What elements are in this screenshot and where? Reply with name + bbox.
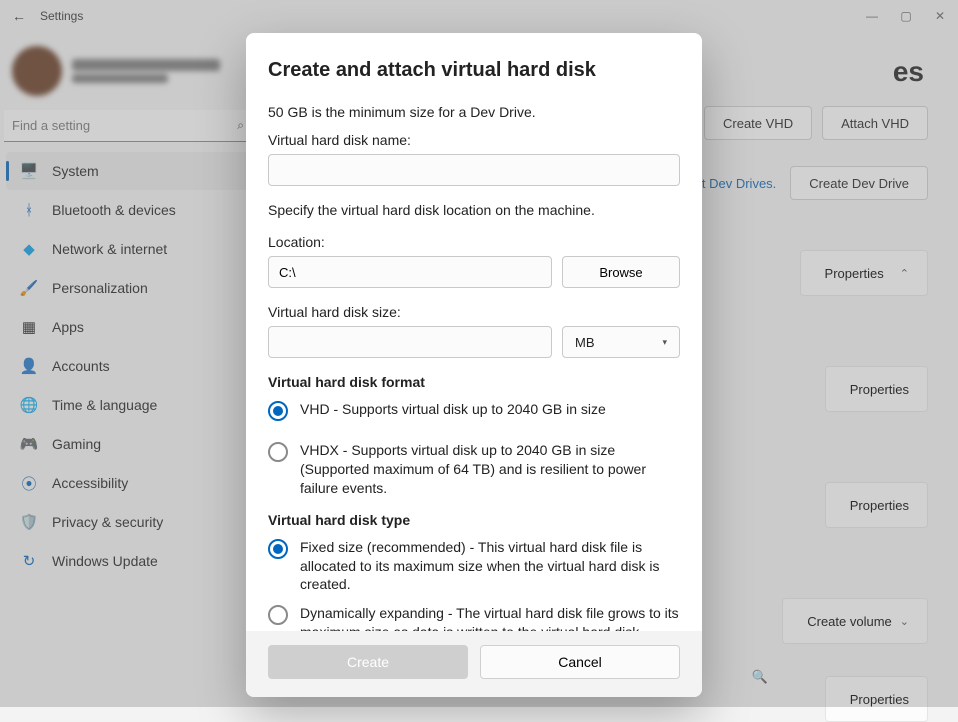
user-profile[interactable] xyxy=(12,40,246,102)
properties-label: Properties xyxy=(850,382,909,397)
sidebar-item-label: Bluetooth & devices xyxy=(52,202,176,218)
sidebar-item-windows-update[interactable]: ↻ Windows Update xyxy=(6,542,252,580)
dialog-title: Create and attach virtual hard disk xyxy=(268,59,680,82)
size-unit-select[interactable]: MB ▾ xyxy=(562,326,680,358)
sidebar-item-privacy[interactable]: 🛡️ Privacy & security xyxy=(6,503,252,541)
dialog-footer: Create Cancel xyxy=(246,631,702,697)
time-icon: 🌐 xyxy=(20,396,38,414)
create-volume-label: Create volume xyxy=(807,614,892,629)
update-icon: ↻ xyxy=(20,552,38,570)
radio-label: VHD - Supports virtual disk up to 2040 G… xyxy=(300,400,606,419)
sidebar-item-label: Privacy & security xyxy=(52,514,163,530)
create-volume-button[interactable]: Create volume ⌄ xyxy=(782,598,928,644)
accessibility-icon: ⦿ xyxy=(20,474,38,492)
format-option-vhd[interactable]: VHD - Supports virtual disk up to 2040 G… xyxy=(268,400,680,421)
type-heading: Virtual hard disk type xyxy=(268,512,680,528)
dev-drives-link[interactable]: ut Dev Drives. xyxy=(695,176,777,191)
personalization-icon: 🖌️ xyxy=(20,279,38,297)
sidebar: ⌕ 🖥️ System ᚼ Bluetooth & devices ◆ Network… xyxy=(0,32,258,707)
bluetooth-icon: ᚼ xyxy=(20,201,38,219)
sidebar-item-label: System xyxy=(52,163,99,179)
sidebar-item-apps[interactable]: ▦ Apps xyxy=(6,308,252,346)
avatar xyxy=(12,46,62,96)
size-unit-value: MB xyxy=(575,335,595,350)
name-label: Virtual hard disk name: xyxy=(268,132,680,148)
properties-button-3[interactable]: Properties xyxy=(825,482,928,528)
search-input[interactable] xyxy=(4,110,254,142)
location-label: Location: xyxy=(268,234,680,250)
sidebar-item-bluetooth[interactable]: ᚼ Bluetooth & devices xyxy=(6,191,252,229)
radio-icon xyxy=(268,442,288,462)
sidebar-item-accounts[interactable]: 👤 Accounts xyxy=(6,347,252,385)
create-dev-drive-button[interactable]: Create Dev Drive xyxy=(790,166,928,200)
chevron-up-icon: ⌃ xyxy=(900,267,909,280)
radio-icon xyxy=(268,539,288,559)
sidebar-item-personalization[interactable]: 🖌️ Personalization xyxy=(6,269,252,307)
type-option-fixed[interactable]: Fixed size (recommended) - This virtual … xyxy=(268,538,680,595)
gaming-icon: 🎮 xyxy=(20,435,38,453)
sidebar-item-label: Personalization xyxy=(52,280,148,296)
maximize-button[interactable]: ▢ xyxy=(900,9,912,23)
create-vhd-dialog: Create and attach virtual hard disk 50 G… xyxy=(246,33,702,697)
type-option-dynamic[interactable]: Dynamically expanding - The virtual hard… xyxy=(268,604,680,631)
create-button[interactable]: Create xyxy=(268,645,468,679)
sidebar-item-network[interactable]: ◆ Network & internet xyxy=(6,230,252,268)
vhd-name-input[interactable] xyxy=(268,154,680,186)
radio-icon xyxy=(268,401,288,421)
radio-label: Dynamically expanding - The virtual hard… xyxy=(300,604,680,631)
sidebar-item-label: Windows Update xyxy=(52,553,158,569)
format-heading: Virtual hard disk format xyxy=(268,374,680,390)
system-icon: 🖥️ xyxy=(20,162,38,180)
location-input[interactable] xyxy=(268,256,552,288)
radio-icon xyxy=(268,605,288,625)
location-hint: Specify the virtual hard disk location o… xyxy=(268,202,680,218)
sidebar-item-label: Gaming xyxy=(52,436,101,452)
radio-label: Fixed size (recommended) - This virtual … xyxy=(300,538,680,595)
window-title: Settings xyxy=(40,9,83,23)
properties-label: Properties xyxy=(850,692,909,707)
sidebar-item-gaming[interactable]: 🎮 Gaming xyxy=(6,425,252,463)
sidebar-item-accessibility[interactable]: ⦿ Accessibility xyxy=(6,464,252,502)
sidebar-item-label: Accounts xyxy=(52,358,110,374)
chevron-down-icon: ⌄ xyxy=(900,615,909,628)
minimize-button[interactable]: — xyxy=(866,9,878,23)
min-size-text: 50 GB is the minimum size for a Dev Driv… xyxy=(268,104,680,120)
magnifier-icon: 🔍 xyxy=(752,669,768,685)
titlebar: ← Settings — ▢ ✕ xyxy=(0,0,958,32)
caption-buttons: — ▢ ✕ xyxy=(866,9,946,23)
attach-vhd-button[interactable]: Attach VHD xyxy=(822,106,928,140)
sidebar-item-label: Apps xyxy=(52,319,84,335)
back-icon[interactable]: ← xyxy=(12,8,26,24)
radio-label: VHDX - Supports virtual disk up to 2040 … xyxy=(300,441,680,498)
properties-button-4[interactable]: Properties xyxy=(825,676,928,722)
accounts-icon: 👤 xyxy=(20,357,38,375)
sidebar-item-label: Network & internet xyxy=(52,241,167,257)
profile-text-redacted xyxy=(72,56,246,86)
properties-button-2[interactable]: Properties xyxy=(825,366,928,412)
sidebar-item-label: Time & language xyxy=(52,397,157,413)
sidebar-item-time-language[interactable]: 🌐 Time & language xyxy=(6,386,252,424)
browse-button[interactable]: Browse xyxy=(562,256,680,288)
properties-button-1[interactable]: Properties ⌃ xyxy=(800,250,928,296)
create-vhd-button[interactable]: Create VHD xyxy=(704,106,812,140)
size-label: Virtual hard disk size: xyxy=(268,304,680,320)
search-icon: ⌕ xyxy=(237,118,244,133)
properties-label: Properties xyxy=(850,498,909,513)
chevron-down-icon: ▾ xyxy=(662,337,667,348)
close-button[interactable]: ✕ xyxy=(934,9,946,23)
nav-list: 🖥️ System ᚼ Bluetooth & devices ◆ Network &… xyxy=(0,152,258,580)
network-icon: ◆ xyxy=(20,240,38,258)
apps-icon: ▦ xyxy=(20,318,38,336)
format-option-vhdx[interactable]: VHDX - Supports virtual disk up to 2040 … xyxy=(268,441,680,498)
properties-label: Properties xyxy=(825,266,884,281)
sidebar-item-system[interactable]: 🖥️ System xyxy=(6,152,252,190)
cancel-button[interactable]: Cancel xyxy=(480,645,680,679)
privacy-icon: 🛡️ xyxy=(20,513,38,531)
sidebar-item-label: Accessibility xyxy=(52,475,128,491)
size-input[interactable] xyxy=(268,326,552,358)
search-box[interactable]: ⌕ xyxy=(4,110,254,142)
